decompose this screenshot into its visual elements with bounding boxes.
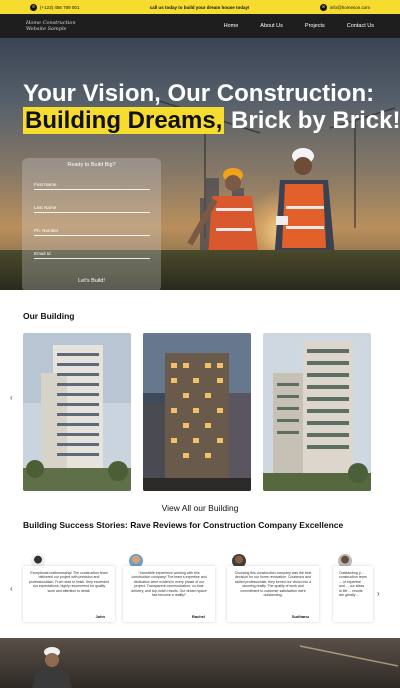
submit-button[interactable]: Let's Build! [22, 278, 161, 284]
phone-icon: ✆ [30, 3, 37, 11]
first-name-field[interactable]: First Name [34, 182, 150, 190]
last-name-field[interactable]: Last Name [34, 205, 150, 213]
nav-projects[interactable]: Projects [305, 23, 325, 29]
bottom-hero-image [0, 638, 400, 688]
hero-title-line-1: Your Vision, Our Construction: [23, 80, 375, 107]
building-card-2[interactable] [143, 333, 251, 491]
building-card-3[interactable] [263, 333, 371, 491]
phone-field[interactable]: Ph. Number [34, 228, 150, 236]
testimonial-card-4: Outstanding p... construction team ... o… [333, 566, 373, 622]
phone-text: (+123) 456 789 001 [40, 4, 80, 10]
buildings-prev-arrow[interactable]: ‹ [10, 393, 13, 402]
topbar-email[interactable]: ✉ info@homeson.com [319, 3, 370, 11]
testimonial-card-3: Choosing this construction company was t… [227, 566, 319, 622]
testimonial-text-1: Exceptional craftsmanship! The construct… [29, 571, 109, 593]
mail-icon: ✉ [319, 3, 327, 11]
logo-line-2: Website Sample [26, 26, 67, 32]
testimonial-card-1: Exceptional craftsmanship! The construct… [23, 566, 115, 622]
building-image-3 [263, 333, 371, 491]
building-image-2 [143, 333, 251, 491]
nav-links: Home About Us Projects Contact Us [224, 23, 374, 29]
email-text: info@homeson.com [329, 4, 370, 10]
promo-text: call us today to build your dream house … [149, 4, 250, 10]
navbar: Home Construction Website Sample Home Ab… [0, 14, 400, 38]
building-image-1 [23, 333, 131, 491]
hero-title-rest: Brick by Brick! [231, 107, 400, 134]
top-bar: ✆ (+123) 456 789 001 call us today to bu… [0, 0, 400, 14]
hero-title-line-2: Building Dreams, Brick by Brick! [23, 107, 400, 134]
hero-title-highlight: Building Dreams, [23, 107, 225, 134]
testimonial-name-1: John [95, 613, 105, 619]
building-card-1[interactable] [23, 333, 131, 491]
hero-section: Your Vision, Our Construction: Building … [0, 38, 400, 290]
testimonial-text-3: Choosing this construction company was t… [234, 571, 312, 598]
nav-contact-us[interactable]: Contact Us [347, 23, 374, 29]
nav-about-us[interactable]: About Us [260, 23, 283, 29]
form-title: Ready to Build Big? [67, 162, 116, 168]
buildings-title: Our Building [23, 311, 75, 321]
stories-next-arrow[interactable]: › [377, 589, 380, 598]
page: ✆ (+123) 456 789 001 call us today to bu… [0, 0, 400, 688]
bottom-hero-illustration [32, 645, 399, 688]
testimonial-name-2: Rachel [191, 613, 205, 619]
quote-form: Ready to Build Big? First Name Last Name… [22, 158, 161, 290]
view-all-buildings-link[interactable]: View All our Building [0, 503, 400, 513]
nav-home[interactable]: Home [224, 23, 239, 29]
testimonial-name-3: Sudhanu [291, 613, 309, 619]
stories-title: Building Success Stories: Rave Reviews f… [23, 520, 344, 530]
stories-prev-arrow[interactable]: ‹ [10, 584, 13, 593]
testimonial-card-2: "Incredible experience working with this… [123, 566, 215, 622]
logo[interactable]: Home Construction Website Sample [26, 20, 76, 32]
hero-title: Your Vision, Our Construction: Building … [23, 80, 400, 134]
testimonial-text-4: Outstanding p... construction team ... o… [339, 571, 367, 598]
email-field[interactable]: Email Id [34, 251, 150, 259]
testimonial-text-2: "Incredible experience working with this… [131, 571, 207, 598]
topbar-phone[interactable]: ✆ (+123) 456 789 001 [30, 3, 80, 11]
